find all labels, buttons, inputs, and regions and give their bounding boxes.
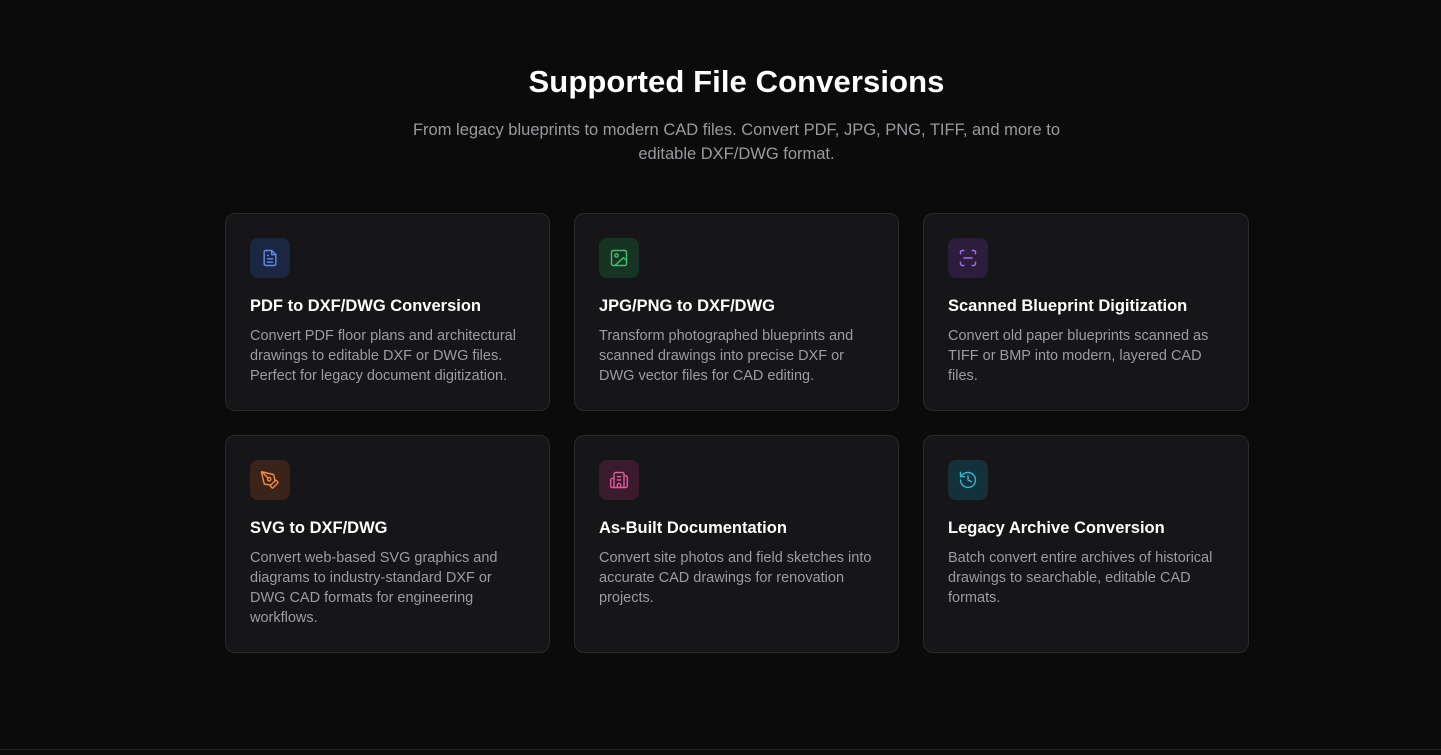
card-title: JPG/PNG to DXF/DWG xyxy=(599,297,776,315)
card-icon-container xyxy=(948,238,988,278)
card-description: Batch convert entire archives of histori… xyxy=(948,550,1213,606)
section-subtitle: From legacy blueprints to modern CAD fil… xyxy=(412,121,1061,163)
card-scanned-blueprint: Scanned Blueprint Digitization Convert o… xyxy=(923,213,1249,411)
card-icon-container xyxy=(599,460,639,500)
card-as-built: As-Built Documentation Convert site phot… xyxy=(574,435,899,653)
card-icon-container xyxy=(599,238,639,278)
image-icon xyxy=(610,249,628,267)
card-pdf-conversion: PDF to DXF/DWG Conversion Convert PDF fl… xyxy=(225,213,550,411)
section-title: Supported File Conversions xyxy=(528,64,945,99)
card-description: Transform photographed blueprints and sc… xyxy=(599,328,854,384)
card-title: As-Built Documentation xyxy=(599,519,787,537)
building-icon xyxy=(609,471,629,489)
conversion-cards-grid: PDF to DXF/DWG Conversion Convert PDF fl… xyxy=(225,213,1249,653)
section-divider xyxy=(0,749,1441,750)
document-icon xyxy=(263,249,277,267)
card-icon-container xyxy=(948,460,988,500)
conversions-section: Supported File Conversions From legacy b… xyxy=(0,0,1441,755)
card-description: Convert site photos and field sketches i… xyxy=(599,550,872,606)
card-title: PDF to DXF/DWG Conversion xyxy=(250,297,481,315)
card-icon-container xyxy=(250,460,290,500)
card-title: Legacy Archive Conversion xyxy=(948,519,1165,537)
card-icon-container xyxy=(250,238,290,278)
pen-tool-icon xyxy=(260,471,279,489)
scan-icon xyxy=(959,249,977,267)
card-description: Convert PDF floor plans and architectura… xyxy=(250,328,516,384)
history-icon xyxy=(959,471,977,489)
card-description: Convert web-based SVG graphics and diagr… xyxy=(250,550,498,626)
card-title: Scanned Blueprint Digitization xyxy=(948,297,1188,315)
card-image-conversion: JPG/PNG to DXF/DWG Transform photographe… xyxy=(574,213,899,411)
card-svg-conversion: SVG to DXF/DWG Convert web-based SVG gra… xyxy=(225,435,550,653)
card-description: Convert old paper blueprints scanned as … xyxy=(948,328,1209,384)
card-legacy-archive: Legacy Archive Conversion Batch convert … xyxy=(923,435,1249,653)
card-title: SVG to DXF/DWG xyxy=(250,519,388,537)
